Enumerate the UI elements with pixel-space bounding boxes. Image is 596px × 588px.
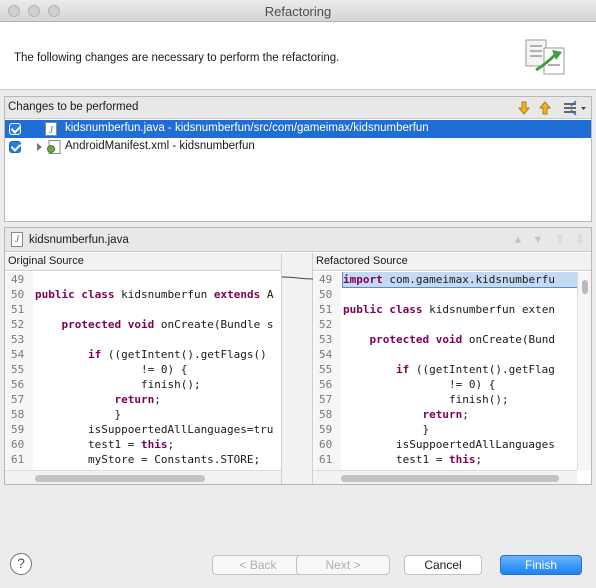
compare-panel: J kidsnumberfun.java ▲ ▼ ⇧ ⇩ Original So… bbox=[4, 227, 592, 485]
code-line: return; bbox=[422, 408, 469, 421]
changes-panel-header: Changes to be performed bbox=[5, 97, 591, 119]
line-number: 56 bbox=[11, 378, 25, 391]
line-number: 50 bbox=[319, 288, 333, 301]
change-checkbox-manifest[interactable] bbox=[9, 141, 21, 153]
xml-file-icon bbox=[47, 140, 61, 154]
diff-connector-gutter bbox=[281, 253, 314, 484]
refactored-source-pane: Refactored Source 49 import com.gameimax.… bbox=[313, 253, 591, 484]
code-line: protected void onCreate(Bund bbox=[369, 333, 555, 346]
line-number: 55 bbox=[11, 363, 25, 376]
refactored-source-title: Refactored Source bbox=[313, 253, 591, 271]
line-number: 55 bbox=[319, 363, 333, 376]
filter-changes-icon[interactable] bbox=[563, 100, 587, 116]
code-line: public class kidsnumberfun extends A bbox=[35, 288, 274, 301]
line-number: 61 bbox=[11, 453, 25, 466]
next-difference-icon[interactable]: ▲ bbox=[511, 233, 525, 247]
line-number: 51 bbox=[11, 303, 25, 316]
line-number: 54 bbox=[319, 348, 333, 361]
original-source-pane: Original Source 49 50 public class kidsnum… bbox=[5, 253, 281, 484]
refactored-hscroll-thumb[interactable] bbox=[341, 475, 559, 482]
change-item-label: kidsnumberfun.java - kidsnumberfun/src/c… bbox=[65, 122, 429, 134]
window-title: Refactoring bbox=[264, 4, 332, 19]
change-checkbox-java[interactable] bbox=[9, 123, 21, 135]
change-item-label: AndroidManifest.xml - kidsnumberfun bbox=[65, 140, 255, 152]
next-change-icon[interactable]: ⇧ bbox=[553, 233, 567, 247]
code-line: != 0) { bbox=[35, 363, 188, 376]
code-line: finish(); bbox=[343, 393, 509, 406]
expand-arrow-icon[interactable] bbox=[37, 143, 42, 151]
header-message: The following changes are necessary to p… bbox=[14, 52, 340, 64]
code-line: finish(); bbox=[35, 378, 201, 391]
back-button[interactable]: < Back bbox=[212, 555, 304, 575]
line-number: 51 bbox=[319, 303, 333, 316]
code-line: != 0) { bbox=[343, 378, 496, 391]
line-number: 59 bbox=[319, 423, 333, 436]
cancel-button[interactable]: Cancel bbox=[404, 555, 482, 575]
refactored-source-code[interactable]: 49 import com.gameimax.kidsnumberfu 50 51 pu… bbox=[313, 272, 577, 470]
line-number: 60 bbox=[11, 438, 25, 451]
help-button[interactable]: ? bbox=[10, 553, 32, 575]
finish-button[interactable]: Finish bbox=[500, 555, 582, 575]
code-line: test1 = this; bbox=[343, 453, 483, 466]
line-number: 56 bbox=[319, 378, 333, 391]
original-source-title: Original Source bbox=[5, 253, 281, 271]
code-line: if ((getIntent().getFlags() bbox=[87, 348, 267, 361]
previous-change-icon[interactable]: ⇩ bbox=[573, 233, 587, 247]
next-change-icon[interactable] bbox=[516, 100, 532, 116]
refactoring-wizard-icon bbox=[525, 39, 565, 75]
line-number: 53 bbox=[319, 333, 333, 346]
line-number: 52 bbox=[11, 318, 25, 331]
code-line: public class kidsnumberfun exten bbox=[343, 303, 555, 316]
code-line: isSuppoertedAllLanguages=tru bbox=[35, 423, 274, 436]
code-line: if ((getIntent().getFlag bbox=[395, 363, 555, 376]
java-file-icon: J bbox=[45, 122, 57, 136]
next-button[interactable]: Next > bbox=[296, 555, 390, 575]
line-number: 61 bbox=[319, 453, 333, 466]
original-source-code[interactable]: 49 50 public class kidsnumberfun extends A… bbox=[5, 272, 281, 470]
changes-title: Changes to be performed bbox=[8, 101, 139, 113]
compare-file-name: kidsnumberfun.java bbox=[29, 234, 129, 246]
previous-difference-icon[interactable]: ▼ bbox=[531, 233, 545, 247]
code-line: myStore = Constants.STORE; bbox=[35, 453, 261, 466]
java-file-icon: J bbox=[11, 232, 23, 247]
original-hscroll-thumb[interactable] bbox=[35, 475, 205, 482]
change-item-kidsnumberfun-java[interactable]: J kidsnumberfun.java - kidsnumberfun/src… bbox=[5, 120, 591, 138]
code-line: isSuppoertedAllLanguages bbox=[343, 438, 555, 451]
line-number: 59 bbox=[11, 423, 25, 436]
line-number: 58 bbox=[319, 408, 333, 421]
compare-panel-header: J kidsnumberfun.java ▲ ▼ ⇧ ⇩ bbox=[5, 228, 591, 252]
line-number: 49 bbox=[11, 273, 25, 286]
line-number: 49 bbox=[319, 273, 333, 286]
title-bar: Refactoring bbox=[0, 0, 596, 22]
line-number: 57 bbox=[11, 393, 25, 406]
code-line: test1 = this; bbox=[35, 438, 175, 451]
line-number: 57 bbox=[319, 393, 333, 406]
code-line: } bbox=[343, 423, 430, 436]
line-number: 53 bbox=[11, 333, 25, 346]
line-number: 58 bbox=[11, 408, 25, 421]
refactored-source-vscrollbar[interactable] bbox=[577, 272, 591, 470]
diff-connector bbox=[282, 276, 314, 280]
line-number: 60 bbox=[319, 438, 333, 451]
code-line: protected void onCreate(Bundle s bbox=[61, 318, 274, 331]
refactored-source-hscrollbar[interactable] bbox=[313, 470, 577, 484]
previous-change-icon[interactable] bbox=[537, 100, 553, 116]
line-number: 54 bbox=[11, 348, 25, 361]
code-line: import com.gameimax.kidsnumberfu bbox=[342, 272, 577, 288]
refactored-vscroll-thumb[interactable] bbox=[582, 280, 588, 294]
changes-panel: Changes to be performed J kidsnumberfun.… bbox=[4, 96, 592, 222]
code-line: } bbox=[35, 408, 122, 421]
code-line: return; bbox=[114, 393, 161, 406]
original-source-hscrollbar[interactable] bbox=[5, 470, 281, 484]
wizard-header: The following changes are necessary to p… bbox=[0, 22, 596, 90]
change-item-androidmanifest[interactable]: AndroidManifest.xml - kidsnumberfun bbox=[5, 138, 591, 156]
line-number: 52 bbox=[319, 318, 333, 331]
line-number: 50 bbox=[11, 288, 25, 301]
